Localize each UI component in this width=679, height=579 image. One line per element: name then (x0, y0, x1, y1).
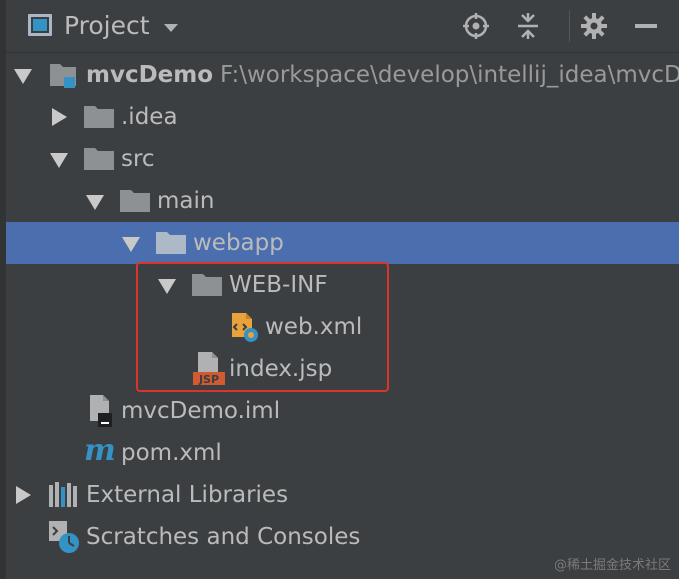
project-view-icon[interactable] (28, 14, 52, 36)
tree-item-label: mvcDemo.iml (121, 398, 281, 424)
project-toolbar: Project (6, 0, 679, 53)
toolbar-separator (569, 10, 570, 42)
hide-icon[interactable] (632, 12, 660, 40)
highlight-annotation-box (136, 262, 389, 392)
expand-arrow-icon[interactable] (122, 237, 140, 252)
tree-item-label: webapp (193, 230, 284, 256)
folder-icon (120, 190, 150, 212)
project-tool-window: Project mvcDemo F:\workspace\develop\int… (0, 0, 679, 579)
folder-icon (84, 148, 114, 170)
dropdown-arrow-icon[interactable] (164, 24, 178, 32)
expand-arrow-icon[interactable] (14, 69, 32, 84)
tree-item-label: pom.xml (121, 440, 222, 466)
folder-icon (84, 106, 114, 128)
tree-item-label: External Libraries (86, 482, 289, 508)
scratches-icon (49, 521, 79, 553)
tree-item-mvcdemo[interactable]: mvcDemo F:\workspace\develop\intellij_id… (0, 54, 679, 96)
tree-item-main[interactable]: main (0, 180, 679, 222)
tree-item-label: .idea (121, 104, 178, 130)
library-icon (49, 482, 77, 507)
tree-item-label: src (121, 146, 155, 172)
expand-arrow-icon[interactable] (50, 153, 68, 168)
tree-item-label: main (157, 188, 215, 214)
collapse-arrow-icon[interactable] (52, 108, 67, 126)
tree-item-scratches[interactable]: Scratches and Consoles (0, 516, 679, 558)
expand-arrow-icon[interactable] (86, 195, 104, 210)
tree-item-pom-xml[interactable]: m pom.xml (0, 432, 679, 474)
tree-item-idea[interactable]: .idea (0, 96, 679, 138)
tree-item-label: mvcDemo (86, 62, 214, 88)
module-folder-icon (50, 64, 76, 88)
tree-item-webapp[interactable]: webapp (6, 222, 679, 264)
tree-item-src[interactable]: src (0, 138, 679, 180)
tree-item-mvcdemo-iml[interactable]: mvcDemo.iml (0, 390, 679, 432)
collapse-all-icon[interactable] (514, 12, 542, 40)
collapse-arrow-icon[interactable] (16, 486, 31, 504)
tree-item-label: Scratches and Consoles (86, 524, 361, 550)
locate-icon[interactable] (462, 12, 490, 40)
maven-icon: m (84, 433, 116, 468)
settings-gear-icon[interactable] (580, 12, 608, 40)
folder-icon (156, 232, 186, 254)
tree-item-external-libraries[interactable]: External Libraries (0, 474, 679, 516)
module-path: F:\workspace\develop\intellij_idea\mvcDe… (220, 62, 679, 88)
iml-file-icon (90, 395, 112, 427)
project-view-title[interactable]: Project (64, 11, 150, 41)
watermark: @稀土掘金技术社区 (553, 558, 671, 573)
